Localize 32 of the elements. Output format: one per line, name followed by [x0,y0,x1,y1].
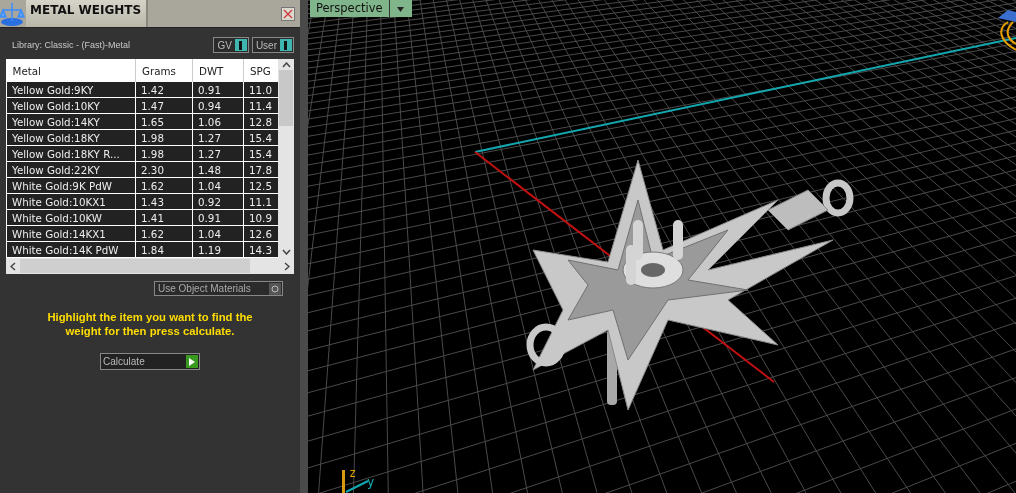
instruction-text: Highlight the item you want to find the weight for then press calculate. [46,310,254,338]
use-object-materials-toggle[interactable]: Use Object Materials [154,281,283,296]
library-label: Library: Classic - (Fast)-Metal [12,40,131,50]
table-cell[interactable]: Yellow Gold:9KY [6,82,136,98]
view-mode-dropdown[interactable]: Perspective [310,0,412,17]
table-cell[interactable]: 1.42 [135,82,193,98]
down-caret-icon[interactable] [281,249,291,255]
left-caret-icon[interactable] [10,261,16,271]
axis-gizmo-icon [342,470,369,493]
table-cell[interactable]: 0.91 [192,82,244,98]
right-caret-icon[interactable] [284,261,290,271]
toggle-button[interactable]: User [251,37,294,53]
scrollbar-thumb[interactable] [20,259,250,273]
horizontal-scrollbar[interactable] [6,258,294,274]
axis-label: y [367,475,375,489]
column-header[interactable]: Metal [6,59,136,82]
play-icon [189,357,195,366]
table-cell[interactable]: 11.0 [243,82,279,98]
column-header[interactable]: DWT [192,59,244,82]
view-cube-icon [998,10,1016,51]
scrollbar-thumb[interactable] [279,70,293,126]
column-header[interactable]: Grams [135,59,193,82]
vertical-scrollbar[interactable] [278,59,294,258]
close-button[interactable] [281,6,295,21]
toggle-button[interactable]: GV [213,37,249,53]
axis-label: z [349,466,357,480]
panel-title: METAL WEIGHTS [26,0,148,27]
calculate-button[interactable]: Calculate [100,353,200,370]
column-header[interactable]: SPG [243,59,279,82]
caret-icon [397,6,405,12]
up-caret-icon[interactable] [281,62,291,68]
scales-icon [0,0,26,27]
